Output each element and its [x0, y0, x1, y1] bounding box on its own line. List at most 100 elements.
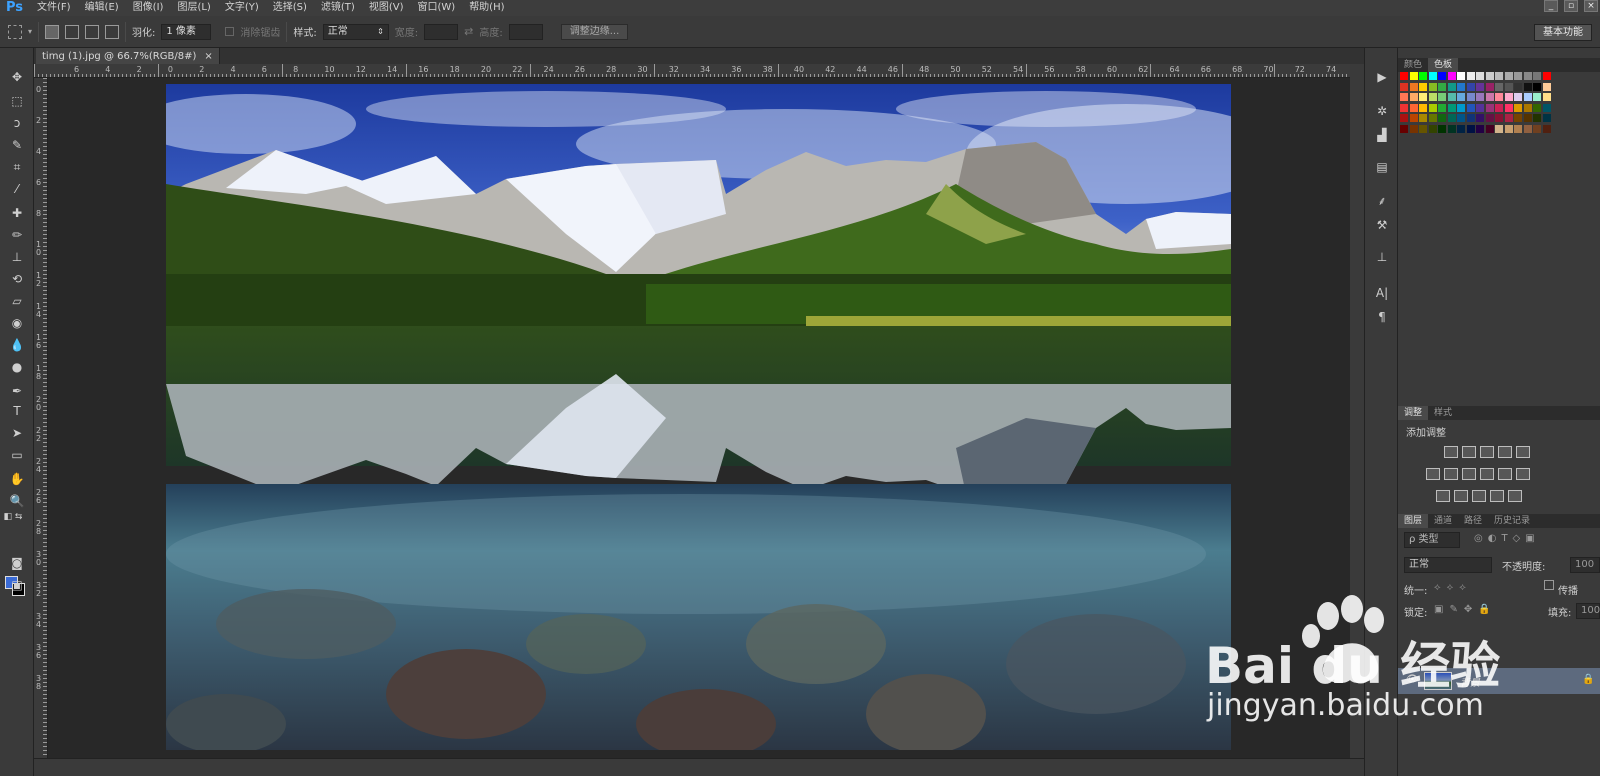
swatch[interactable] [1438, 124, 1446, 133]
crop-tool-icon[interactable]: ⌗ [7, 158, 27, 176]
minimize-button[interactable]: _ [1544, 0, 1558, 12]
swatch[interactable] [1400, 82, 1408, 91]
unify-icons[interactable]: ⟡⟡⟡ [1434, 582, 1472, 593]
height-input[interactable] [508, 23, 543, 40]
swatch[interactable] [1409, 114, 1418, 122]
move-tool-icon[interactable]: ✥ [7, 68, 27, 86]
swatch[interactable] [1504, 114, 1513, 122]
tab-adjustments[interactable]: 调整 [1398, 406, 1429, 420]
swatch[interactable] [1533, 114, 1541, 122]
swatch[interactable] [1400, 114, 1408, 122]
swatch[interactable] [1542, 93, 1551, 101]
swatch[interactable] [1438, 103, 1446, 112]
adjustment-icon[interactable] [1516, 446, 1530, 458]
eyedropper-tool-icon[interactable]: ⁄ [7, 180, 27, 198]
adjustment-icon[interactable] [1480, 446, 1494, 458]
swatch[interactable] [1428, 114, 1437, 122]
menu-image[interactable]: 图像(I) [126, 0, 171, 16]
document-tab[interactable]: timg (1).jpg @ 66.7%(RGB/8#) × [36, 48, 220, 64]
paint-bucket-tool-icon[interactable]: ◉ [7, 314, 27, 332]
horizontal-ruler[interactable]: 6 4 2 0 2 4 6 8 10 12 14 16 18 20 22 24 26 28 30 32 34 36 38 40… [34, 64, 1350, 78]
swatch[interactable] [1409, 72, 1418, 80]
swatch[interactable] [1485, 93, 1494, 101]
antialias-checkbox[interactable] [225, 27, 235, 36]
lock-icons[interactable]: ▣✎✥🔒 [1434, 604, 1497, 615]
lasso-tool-icon[interactable]: ↄ [7, 114, 27, 132]
swatch[interactable] [1428, 124, 1437, 133]
adjustment-icon[interactable] [1444, 468, 1458, 480]
swatch[interactable] [1523, 124, 1532, 133]
swatch[interactable] [1457, 72, 1465, 80]
adjustment-icon[interactable] [1516, 468, 1530, 480]
swatch[interactable] [1466, 93, 1475, 101]
swatch[interactable] [1428, 72, 1437, 80]
swatch[interactable] [1466, 103, 1475, 112]
swatch[interactable] [1504, 93, 1513, 101]
path-select-tool-icon[interactable]: ➤ [7, 424, 27, 442]
swatch[interactable] [1504, 82, 1513, 91]
intersect-selection-icon[interactable] [105, 24, 120, 39]
swatch[interactable] [1428, 82, 1437, 91]
info-icon[interactable]: ▤ [1373, 158, 1391, 176]
swatch[interactable] [1447, 72, 1456, 80]
menu-select[interactable]: 选择(S) [266, 0, 314, 16]
adjustment-icon[interactable] [1436, 490, 1450, 502]
swatch[interactable] [1523, 93, 1532, 101]
swatch[interactable] [1504, 103, 1513, 112]
feather-input[interactable]: 1 像素 [161, 23, 212, 40]
document-image[interactable] [166, 84, 1231, 750]
swatch[interactable] [1485, 124, 1494, 133]
layer-filter-icons[interactable]: ◎◐T◇▣ [1474, 533, 1540, 544]
swatch[interactable] [1447, 124, 1456, 133]
swatch[interactable] [1542, 103, 1551, 112]
marquee-tool-icon[interactable]: ⬚ [7, 92, 27, 110]
adjustment-icon[interactable] [1498, 468, 1512, 480]
adjustment-icon[interactable] [1444, 446, 1458, 458]
character-icon[interactable]: A| [1373, 284, 1391, 302]
tab-history[interactable]: 历史记录 [1488, 514, 1536, 528]
adjustment-icon[interactable] [1462, 446, 1476, 458]
style-select[interactable]: 正常 ⇕ [322, 23, 389, 40]
refine-edge-button[interactable]: 调整边缘... [560, 23, 629, 40]
clone-source-icon[interactable]: ⊥ [1373, 248, 1391, 266]
swatch[interactable] [1533, 124, 1541, 133]
swatch[interactable] [1457, 103, 1465, 112]
tab-channels[interactable]: 通道 [1428, 514, 1458, 528]
swatch[interactable] [1466, 124, 1475, 133]
swatch[interactable] [1466, 82, 1475, 91]
swatch[interactable] [1485, 72, 1494, 80]
adjustment-icon[interactable] [1508, 490, 1522, 502]
fill-input[interactable]: 100 [1576, 603, 1600, 619]
menu-filter[interactable]: 滤镜(T) [314, 0, 362, 16]
swatch[interactable] [1514, 114, 1522, 122]
swatch[interactable] [1428, 93, 1437, 101]
swatch[interactable] [1476, 72, 1484, 80]
menu-help[interactable]: 帮助(H) [462, 0, 511, 16]
swatch[interactable] [1438, 114, 1446, 122]
swatch[interactable] [1419, 114, 1427, 122]
subtract-selection-icon[interactable] [85, 24, 100, 39]
menu-edit[interactable]: 编辑(E) [78, 0, 126, 16]
swatch[interactable] [1457, 93, 1465, 101]
tab-styles[interactable]: 样式 [1428, 406, 1458, 420]
layer-row-background[interactable]: 👁 背景 🔒 [1398, 668, 1600, 694]
swatch[interactable] [1504, 72, 1513, 80]
brightness-icon[interactable]: ✲ [1373, 102, 1391, 120]
swatch[interactable] [1457, 82, 1465, 91]
swatch[interactable] [1495, 82, 1503, 91]
quick-mask-icon[interactable]: ◙ [7, 554, 27, 572]
swatch[interactable] [1447, 103, 1456, 112]
swatch[interactable] [1476, 124, 1484, 133]
swatch[interactable] [1438, 93, 1446, 101]
swatch[interactable] [1419, 72, 1427, 80]
swatch[interactable] [1457, 124, 1465, 133]
swatch[interactable] [1419, 124, 1427, 133]
swatch[interactable] [1514, 82, 1522, 91]
close-tab-icon[interactable]: × [204, 51, 212, 62]
screen-mode-icon[interactable]: ▣ [7, 576, 27, 594]
tab-layers[interactable]: 图层 [1398, 514, 1429, 528]
swatch[interactable] [1476, 93, 1484, 101]
play-icon[interactable]: ▶ [1373, 68, 1391, 86]
paragraph-icon[interactable]: ¶ [1373, 308, 1391, 326]
healing-brush-tool-icon[interactable]: ✚ [7, 204, 27, 222]
